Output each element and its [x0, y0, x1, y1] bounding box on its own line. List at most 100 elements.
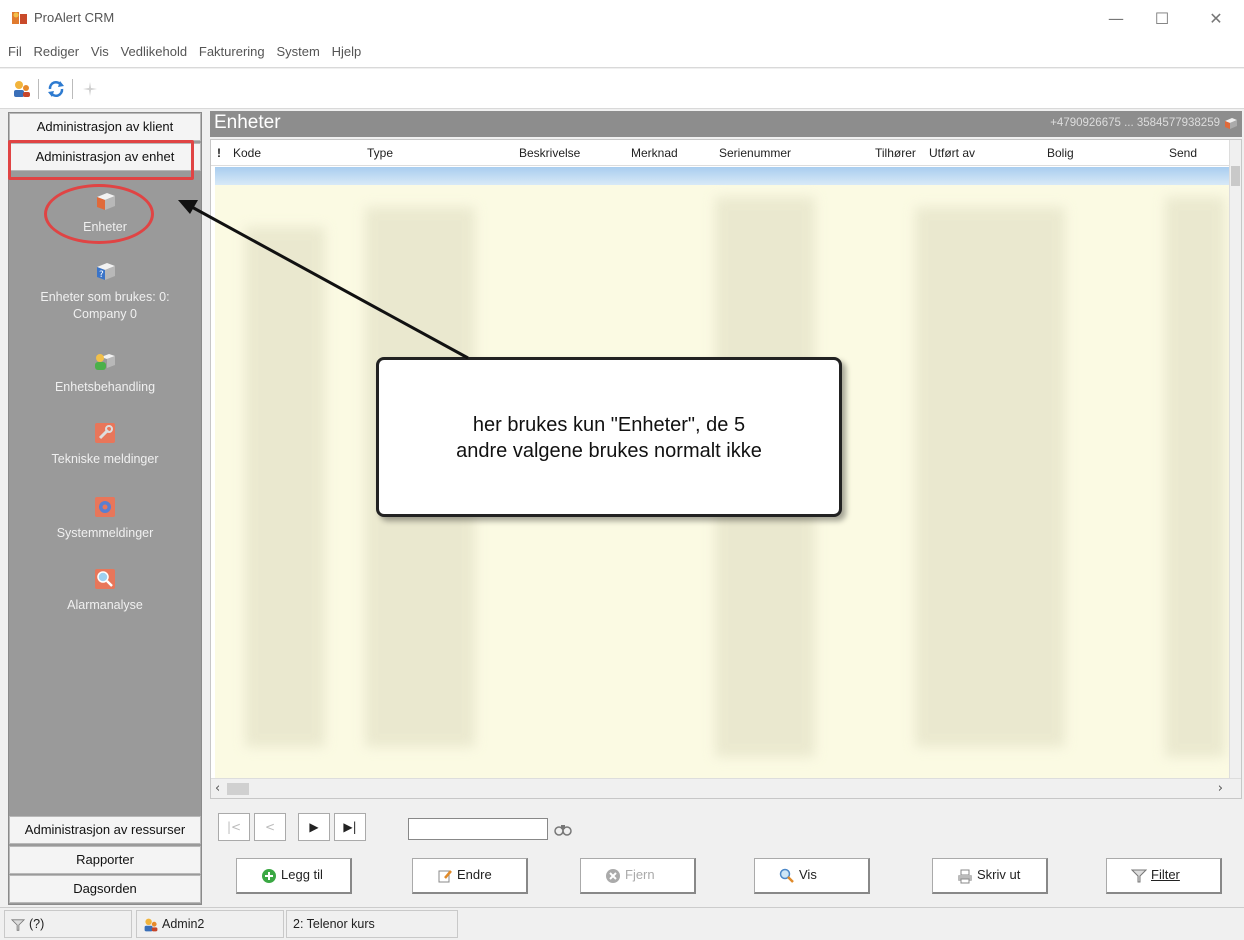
close-button[interactable]: ✕: [1196, 6, 1236, 32]
annotation-callout: her brukes kun "Enheter", de 5 andre val…: [376, 357, 842, 517]
status-user[interactable]: Admin2: [136, 910, 284, 938]
status-bar: (?) Admin2 2: Telenor kurs: [0, 907, 1244, 940]
scrollbar-thumb[interactable]: [1231, 166, 1240, 186]
table-header-row: ! Kode Type Beskrivelse Merknad Serienum…: [211, 140, 1231, 166]
menu-hjelp[interactable]: Hjelp: [328, 38, 366, 59]
status-user-text: Admin2: [162, 917, 205, 931]
filter-icon: [1131, 869, 1147, 883]
column-header-serienummer[interactable]: Serienummer: [719, 146, 791, 160]
add-icon: [262, 868, 276, 883]
window-title: ProAlert CRM: [34, 10, 115, 25]
phone-icon: [1225, 118, 1237, 129]
disabled-sparkle-icon: [83, 82, 97, 96]
highlight-rectangle: [8, 140, 194, 180]
blurred-content: [915, 207, 1065, 747]
callout-text: her brukes kun "Enheter", de 5 andre val…: [379, 412, 839, 464]
svg-text:?: ?: [99, 270, 104, 280]
menu-fil[interactable]: Fil: [0, 38, 26, 59]
user-group-icon: [144, 918, 158, 932]
blurred-content: [1165, 197, 1225, 757]
print-button[interactable]: Skriv ut: [932, 858, 1048, 894]
first-record-button[interactable]: |<: [218, 813, 250, 841]
previous-record-button[interactable]: <: [254, 813, 286, 841]
edit-button-label: Endre: [457, 867, 492, 882]
remove-button[interactable]: Fjern: [580, 858, 696, 894]
device-user-icon: [95, 354, 115, 370]
nav-item-enhetsbehandling[interactable]: Enhetsbehandling: [9, 349, 201, 396]
toolbar: [0, 69, 1244, 109]
callout-line-1: her brukes kun "Enheter", de 5: [472, 414, 746, 436]
column-header-type[interactable]: Type: [367, 146, 393, 160]
binoculars-icon[interactable]: [554, 821, 572, 837]
printer-icon: [958, 869, 972, 884]
menu-bar: Fil Rediger Vis Vedlikehold Fakturering …: [0, 38, 1244, 68]
scroll-left-arrow-icon[interactable]: ‹: [215, 781, 220, 796]
view-button-label: Vis: [799, 867, 817, 882]
filter-icon: [11, 919, 25, 931]
menu-vedlikehold[interactable]: Vedlikehold: [117, 38, 192, 59]
record-navigation: |< < ▶ ▶|: [210, 805, 590, 849]
remove-icon: [606, 868, 620, 883]
wrench-icon: [95, 423, 115, 443]
status-filter[interactable]: (?): [4, 910, 132, 938]
last-record-button[interactable]: ▶|: [334, 813, 366, 841]
maximize-button[interactable]: ☐: [1142, 6, 1182, 32]
magnifier-icon: [95, 569, 115, 589]
nav-header-dagsorden[interactable]: Dagsorden: [9, 875, 201, 903]
column-header-flag[interactable]: !: [217, 146, 221, 160]
content-title: Enheter: [214, 112, 281, 133]
edit-button[interactable]: Endre: [412, 858, 528, 894]
refresh-icon[interactable]: [46, 79, 66, 99]
nav-item-label: Tekniske meldinger: [51, 452, 159, 466]
scroll-right-arrow-icon[interactable]: ›: [1218, 781, 1223, 796]
callout-line-2: andre valgene brukes normalt ikke: [456, 440, 762, 462]
menu-fakturering[interactable]: Fakturering: [195, 38, 269, 59]
column-header-send[interactable]: Send: [1169, 146, 1197, 160]
status-filter-text: (?): [29, 917, 45, 931]
print-button-label: Skriv ut: [977, 867, 1021, 882]
nav-item-label: Enhetsbehandling: [54, 380, 156, 394]
user-group-icon[interactable]: [12, 79, 32, 99]
column-header-bolig[interactable]: Bolig: [1047, 146, 1074, 160]
nav-item-systemmeldinger[interactable]: Systemmeldinger: [9, 495, 201, 542]
nav-header-klient[interactable]: Administrasjon av klient: [9, 113, 201, 141]
nav-item-label: Systemmeldinger: [56, 526, 154, 540]
nav-item-enheter-som-brukes[interactable]: ? Enheter som brukes: 0: Company 0: [9, 259, 201, 323]
edit-icon: [438, 869, 452, 883]
toolbar-separator: [72, 79, 73, 99]
nav-header-rapporter[interactable]: Rapporter: [9, 846, 201, 874]
record-search-input[interactable]: [408, 818, 548, 840]
highlight-ellipse: [44, 184, 154, 244]
nav-item-label: Alarmanalyse: [67, 598, 143, 612]
column-header-kode[interactable]: Kode: [233, 146, 261, 160]
menu-vis[interactable]: Vis: [87, 38, 113, 59]
column-header-merknad[interactable]: Merknad: [631, 146, 678, 160]
filter-button-label: Filter: [1151, 867, 1180, 882]
vertical-scrollbar[interactable]: [1229, 140, 1241, 780]
search-icon: [779, 868, 794, 883]
blurred-content: [245, 227, 325, 747]
filter-button[interactable]: Filter: [1106, 858, 1222, 894]
selected-row[interactable]: [215, 167, 1231, 185]
view-button[interactable]: Vis: [754, 858, 870, 894]
nav-item-tekniske-meldinger[interactable]: Tekniske meldinger: [9, 421, 201, 468]
status-course[interactable]: 2: Telenor kurs: [286, 910, 458, 938]
add-button[interactable]: Legg til: [236, 858, 352, 894]
menu-rediger[interactable]: Rediger: [30, 38, 84, 59]
column-header-tilhorer[interactable]: Tilhører: [875, 146, 916, 160]
menu-system[interactable]: System: [272, 38, 323, 59]
minimize-button[interactable]: —: [1096, 6, 1136, 32]
next-record-button[interactable]: ▶: [298, 813, 330, 841]
horizontal-scrollbar[interactable]: ‹ ›: [211, 778, 1241, 798]
column-header-utfort-av[interactable]: Utført av: [929, 146, 975, 160]
nav-header-ressurser[interactable]: Administrasjon av ressurser: [9, 816, 201, 844]
nav-item-alarmanalyse[interactable]: Alarmanalyse: [9, 567, 201, 614]
toolbar-separator: [38, 79, 39, 99]
nav-item-label: Enheter som brukes: 0: Company 0: [40, 290, 170, 321]
device-question-icon: ?: [97, 263, 115, 280]
action-bar: Legg til Endre Fjern Vis Skriv ut Filter: [210, 852, 1242, 904]
content-header: Enheter +4790926675 ... 3584577938259: [210, 111, 1242, 137]
column-header-beskrivelse[interactable]: Beskrivelse: [519, 146, 580, 160]
add-button-label: Legg til: [281, 867, 323, 882]
scrollbar-thumb[interactable]: [227, 783, 249, 795]
